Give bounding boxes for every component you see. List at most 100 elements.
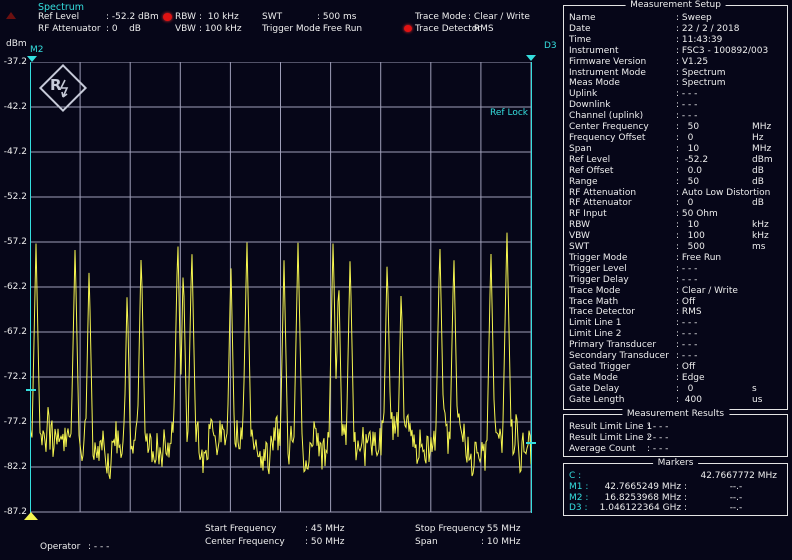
header-trace-column: Trace ModeClear / Write Trace DetectorRM… [415, 11, 530, 35]
start-center-frequency-readout: Start Frequency45 MHz Center Frequency50… [205, 523, 344, 549]
measurement-setup-title: Measurement Setup [625, 0, 726, 10]
markers-title: Markers [653, 458, 699, 468]
stop-span-readout: Stop Frequency55 MHz Span10 MHz [415, 523, 520, 549]
setup-row: VBW: 100kHz [569, 231, 785, 242]
marker-d3-level-tick [526, 442, 536, 444]
setup-row: Trace Math: Off [569, 297, 785, 308]
header-sweep-column: SWT500 ms Trigger ModeFree Run [262, 11, 362, 35]
header-level-column: Ref Level-52.2 dBm RF Attenuator0 dB [38, 11, 159, 35]
marker-d3-label: D3 [544, 41, 557, 51]
stop-frequency-label: Stop Frequency [415, 523, 481, 536]
setup-row: Secondary Transducer: - - - [569, 351, 785, 362]
center-frequency-value: 50 MHz [305, 536, 344, 549]
setup-row: Instrument: FSC3 - 100892/003 [569, 46, 785, 57]
span-label: Span [415, 536, 481, 549]
overload-indicator-icon [6, 12, 16, 19]
y-tick-label: -77.2 [0, 417, 27, 427]
y-tick-label: -47.2 [0, 147, 27, 157]
ref-level-label: Ref Level [38, 11, 106, 23]
marker-row: C :42.7667772 MHz [569, 471, 785, 482]
setup-row: RF Attenuation: Auto Low Distortion [569, 188, 785, 199]
setup-row: Date: 22 / 2 / 2018 [569, 24, 785, 35]
marker-d3-triangle-icon [526, 55, 536, 61]
trace-mode-label: Trace Mode [415, 11, 468, 23]
y-tick-label: -72.2 [0, 372, 27, 382]
setup-row: RBW: 10kHz [569, 220, 785, 231]
y-tick-label: -52.2 [0, 192, 27, 202]
ref-lock-status: Ref Lock [430, 108, 528, 118]
marker-m2-triangle-icon [27, 56, 37, 62]
y-tick-label: -62.2 [0, 282, 27, 292]
result-row: Average Count: - - - [569, 444, 785, 455]
setup-row: Gate Length: 400us [569, 395, 785, 406]
y-tick-label: -57.2 [0, 237, 27, 247]
setup-row: Gate Mode: Edge [569, 373, 785, 384]
setup-row: Trigger Mode: Free Run [569, 253, 785, 264]
setup-row: Trigger Level: - - - [569, 264, 785, 275]
trigger-mode-value: Free Run [317, 23, 362, 35]
setup-row: Frequency Offset: 0Hz [569, 133, 785, 144]
measurement-setup-rows: Name: SweepDate: 22 / 2 / 2018Time: 11:4… [569, 13, 785, 406]
marker-line-m2 [30, 62, 31, 513]
setup-row: RF Attenuator: 0dB [569, 198, 785, 209]
y-tick-label: -42.2 [0, 102, 27, 112]
operator-readout: Operator- - - [40, 541, 109, 554]
marker-line-d3 [531, 62, 532, 513]
operator-label: Operator [40, 541, 88, 554]
setup-row: Ref Level: -52.2dBm [569, 155, 785, 166]
spectrum-analyzer-screen: Spectrum Ref Level-52.2 dBm RF Attenuato… [0, 0, 792, 560]
setup-row: SWT: 500ms [569, 242, 785, 253]
y-tick-label: -37.2 [0, 57, 27, 67]
setup-row: Downlink: - - - [569, 100, 785, 111]
svg-text:R: R [50, 76, 62, 94]
marker-row: M2 :16.8253968 MHz--.- [569, 493, 785, 504]
start-frequency-value: 45 MHz [305, 523, 344, 536]
setup-row: Meas Mode: Spectrum [569, 78, 785, 89]
measurement-results-title: Measurement Results [622, 409, 729, 419]
marker-m2-label: M2 [30, 45, 44, 55]
setup-row: Instrument Mode: Spectrum [569, 68, 785, 79]
setup-row: Center Frequency: 50MHz [569, 122, 785, 133]
setup-row: Gate Delay: 0s [569, 384, 785, 395]
start-frequency-label: Start Frequency [205, 523, 305, 536]
setup-row: RF Input: 50 Ohm [569, 209, 785, 220]
spectrum-plot [30, 62, 531, 513]
markers-panel: Markers C :42.7667772 MHzM1 :42.7665249 … [563, 463, 788, 516]
stop-frequency-value: 55 MHz [481, 523, 520, 536]
setup-row: Firmware Version: V1.25 [569, 57, 785, 68]
y-tick-label: -82.2 [0, 462, 27, 472]
measurement-setup-panel: Measurement Setup Name: SweepDate: 22 / … [563, 5, 788, 410]
operator-value: - - - [88, 541, 109, 554]
sweep-position-icon [24, 512, 38, 520]
y-tick-label: -87.2 [0, 507, 27, 517]
center-frequency-label: Center Frequency [205, 536, 305, 549]
measurement-results-panel: Measurement Results Result Limit Line 1:… [563, 414, 788, 457]
setup-row: Time: 11:43:39 [569, 35, 785, 46]
setup-row: Channel (uplink): - - - [569, 111, 785, 122]
result-row: Result Limit Line 1: - - - [569, 422, 785, 433]
markers-rows: C :42.7667772 MHzM1 :42.7665249 MHz--.-M… [569, 471, 785, 514]
vbw-label: VBW [175, 23, 199, 35]
header-bandwidth-column: RBW 10 kHz VBW100 kHz [175, 11, 242, 35]
setup-row: Trigger Delay: - - - [569, 275, 785, 286]
trigger-mode-label: Trigger Mode [262, 23, 317, 35]
result-row: Result Limit Line 2: - - - [569, 433, 785, 444]
span-value: 10 MHz [481, 536, 520, 549]
marker-m2-level-tick [26, 389, 36, 391]
rbw-coupled-indicator-icon [163, 13, 172, 21]
rf-attenuator-value: 0 dB [106, 23, 141, 35]
setup-row: Range: 50dB [569, 177, 785, 188]
detector-indicator-icon [404, 25, 412, 32]
marker-row: D3 :1.046122364 GHz--.- [569, 503, 785, 514]
rbw-label: RBW [175, 11, 199, 23]
vbw-value: 100 kHz [199, 23, 242, 35]
swt-value: 500 ms [317, 11, 356, 23]
trace-mode-value: Clear / Write [468, 11, 530, 23]
y-axis-unit: dBm [6, 39, 27, 49]
trace-detector-value: RMS [468, 23, 494, 35]
swt-label: SWT [262, 11, 317, 23]
rs-logo-icon: R [38, 63, 88, 113]
marker-row: M1 :42.7665249 MHz--.- [569, 482, 785, 493]
y-tick-label: -67.2 [0, 327, 27, 337]
setup-row: Name: Sweep [569, 13, 785, 24]
